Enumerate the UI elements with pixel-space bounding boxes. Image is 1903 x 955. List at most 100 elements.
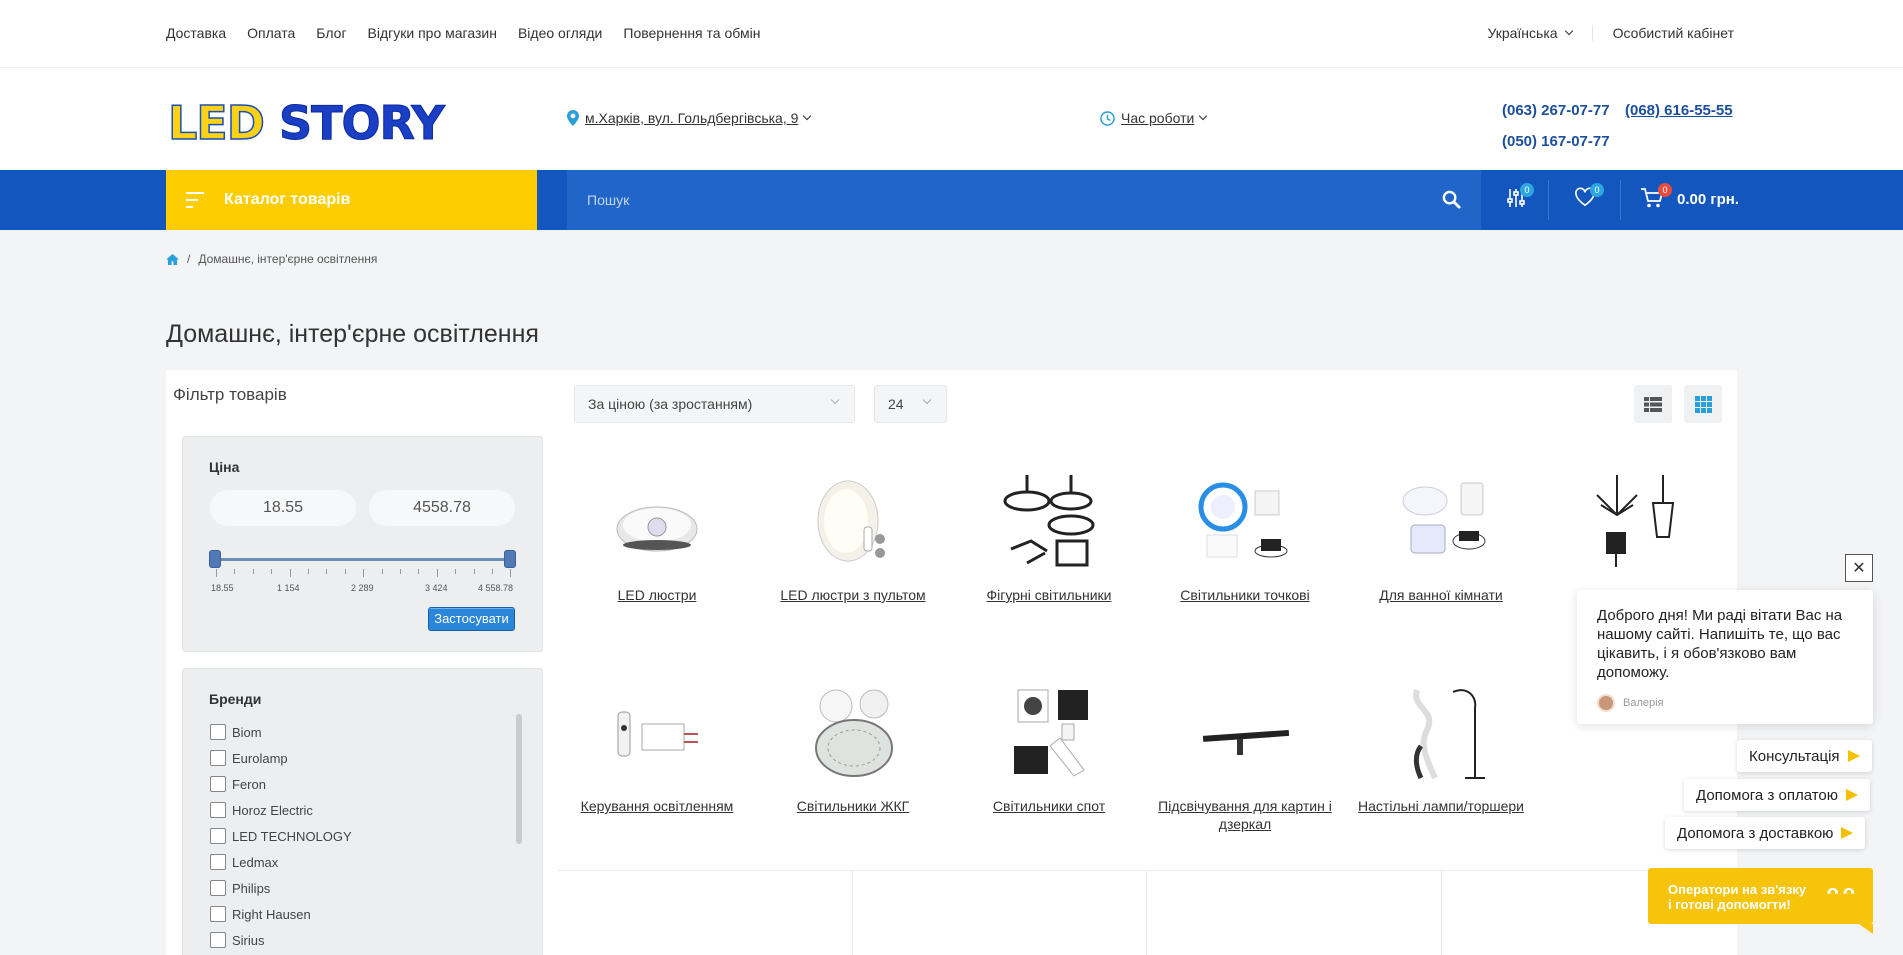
price-max-input[interactable]: 4558.78 [369,490,515,526]
account-link[interactable]: Особистий кабінет [1613,25,1734,41]
category-table-lamps[interactable]: Настільні лампи/торшери [1343,683,1539,815]
category-spot-lights[interactable]: Світильники точкові [1147,472,1343,604]
slider-tick [216,569,217,577]
category-name: LED люстри з пультом [780,587,926,603]
nav-link-payment[interactable]: Оплата [247,25,295,41]
clock-icon [1100,110,1115,126]
sort-value: За ціною (за зростанням) [588,396,753,412]
price-slider-min-handle[interactable] [209,550,221,568]
category-misc[interactable] [1539,472,1735,586]
price-min-input[interactable]: 18.55 [210,490,356,526]
nav-link-videos[interactable]: Відео огляди [518,25,602,41]
checkbox[interactable] [210,750,226,766]
price-slider-max-handle[interactable] [504,550,516,568]
category-spot[interactable]: Світильники спот [951,683,1147,815]
category-bathroom[interactable]: Для ванної кімнати [1343,472,1539,604]
filter-title: Фільтр товарів [173,385,287,404]
wishlist-count-badge: 0 [1590,183,1604,197]
operators-widget[interactable]: Оператори на зв'язку і готові допомогти!… [1648,868,1873,934]
nav-link-reviews[interactable]: Відгуки про магазин [368,25,497,41]
nav-link-blog[interactable]: Блог [316,25,346,41]
catalog-button[interactable]: Каталог товарів [166,170,537,230]
brand-option[interactable]: Right Hausen [210,906,311,922]
slider-tick [400,569,401,574]
search-input[interactable] [587,192,1407,208]
tick-label: 1 154 [277,583,300,593]
quick-label: Допомога з доставкою [1677,824,1834,842]
category-name: Світильники спот [992,798,1106,814]
brand-label: Biom [232,724,262,740]
nav-link-returns[interactable]: Повернення та обмін [623,25,760,41]
chat-popup: Доброго дня! Ми раді вітати Вас на нашом… [1577,590,1873,724]
home-icon[interactable] [166,253,179,265]
checkbox[interactable] [210,932,226,948]
category-image [559,683,755,783]
list-view-button[interactable] [1634,385,1672,423]
category-name: Світильники ЖКГ [796,798,910,814]
search-icon[interactable] [1442,190,1461,209]
slider-tick [473,569,475,574]
working-hours[interactable]: Час роботи [1100,110,1208,126]
chat-close-button[interactable]: ✕ [1845,554,1873,582]
category-led-chandeliers-remote[interactable]: LED люстри з пультом [755,472,951,604]
sort-select[interactable]: За ціною (за зростанням) [574,385,855,423]
phone-1[interactable]: (063) 267-07-77 [1502,95,1610,126]
page-title: Домашнє, інтер'єрне освітлення [166,320,539,348]
category-image [951,472,1147,572]
store-address[interactable]: м.Харків, вул. Гольдбергівська, 9 [567,110,812,126]
limit-select[interactable]: 24 [874,385,947,423]
checkbox[interactable] [210,854,226,870]
category-lighting-control[interactable]: Керування освітленням [559,683,755,815]
brand-option[interactable]: Philips [210,880,270,896]
language-selector[interactable]: Українська [1487,25,1593,41]
brand-option[interactable]: Sirius [210,932,265,948]
quick-payment-help-button[interactable]: Допомога з оплатою [1684,779,1871,811]
column-divider [1146,871,1147,955]
phone-3[interactable]: (050) 167-07-77 [1502,126,1610,157]
quick-consultation-button[interactable]: Консультація [1737,740,1872,772]
top-right: Українська Особистий кабінет [1487,25,1734,41]
operators-text: Оператори на зв'язку і готові допомогти! [1668,882,1807,912]
brands-scrollbar[interactable] [516,714,522,844]
category-name: Світильники точкові [1180,587,1310,603]
category-figured-lights[interactable]: Фігурні світильники [951,472,1147,604]
quick-delivery-help-button[interactable]: Допомога з доставкою [1665,817,1866,849]
slider-tick [271,569,273,574]
brand-option[interactable]: Ledmax [210,854,278,870]
logo[interactable]: LED STORY [167,95,445,151]
slider-tick [363,569,365,577]
address-text: м.Харків, вул. Гольдбергівська, 9 [585,110,799,126]
category-utility-lights[interactable]: Світильники ЖКГ [755,683,951,815]
category-name: Фігурні світильники [986,587,1112,603]
brand-option[interactable]: LED TECHNOLOGY [210,828,352,844]
phone-2[interactable]: (068) 616-55-55 [1625,95,1733,126]
brand-option[interactable]: Horoz Electric [210,802,313,818]
wishlist-button[interactable]: 0 [1574,183,1604,212]
checkbox[interactable] [210,724,226,740]
play-icon [1846,789,1859,801]
checkbox[interactable] [210,880,226,896]
tick-label: 18.55 [211,583,234,593]
brand-option[interactable]: Feron [210,776,266,792]
brand-option[interactable]: Eurolamp [210,750,288,766]
price-slider-track[interactable] [215,558,511,561]
category-led-chandeliers[interactable]: LED люстри [559,472,755,604]
grid-view-button[interactable] [1684,385,1722,423]
nav-link-delivery[interactable]: Доставка [166,25,226,41]
limit-value: 24 [888,396,904,412]
slider-tick [308,569,309,574]
checkbox[interactable] [210,906,226,922]
checkbox[interactable] [210,776,226,792]
breadcrumb: / Домашнє, інтер'єрне освітлення [166,252,377,266]
checkbox[interactable] [210,802,226,818]
category-picture-lights[interactable]: Підсвічування для картин і дзеркал [1147,683,1343,833]
brand-option[interactable]: Biom [210,724,262,740]
location-pin-icon [567,110,579,126]
price-label: Ціна [209,459,240,475]
checkbox[interactable] [210,828,226,844]
apply-filter-button[interactable]: Застосувати [428,607,515,631]
compare-button[interactable]: 0 [1506,183,1534,214]
cart-button[interactable]: 0 [1640,183,1672,214]
top-navigation: Доставка Оплата Блог Відгуки про магазин… [0,0,1903,68]
cart-total[interactable]: 0.00 грн. [1677,191,1739,208]
